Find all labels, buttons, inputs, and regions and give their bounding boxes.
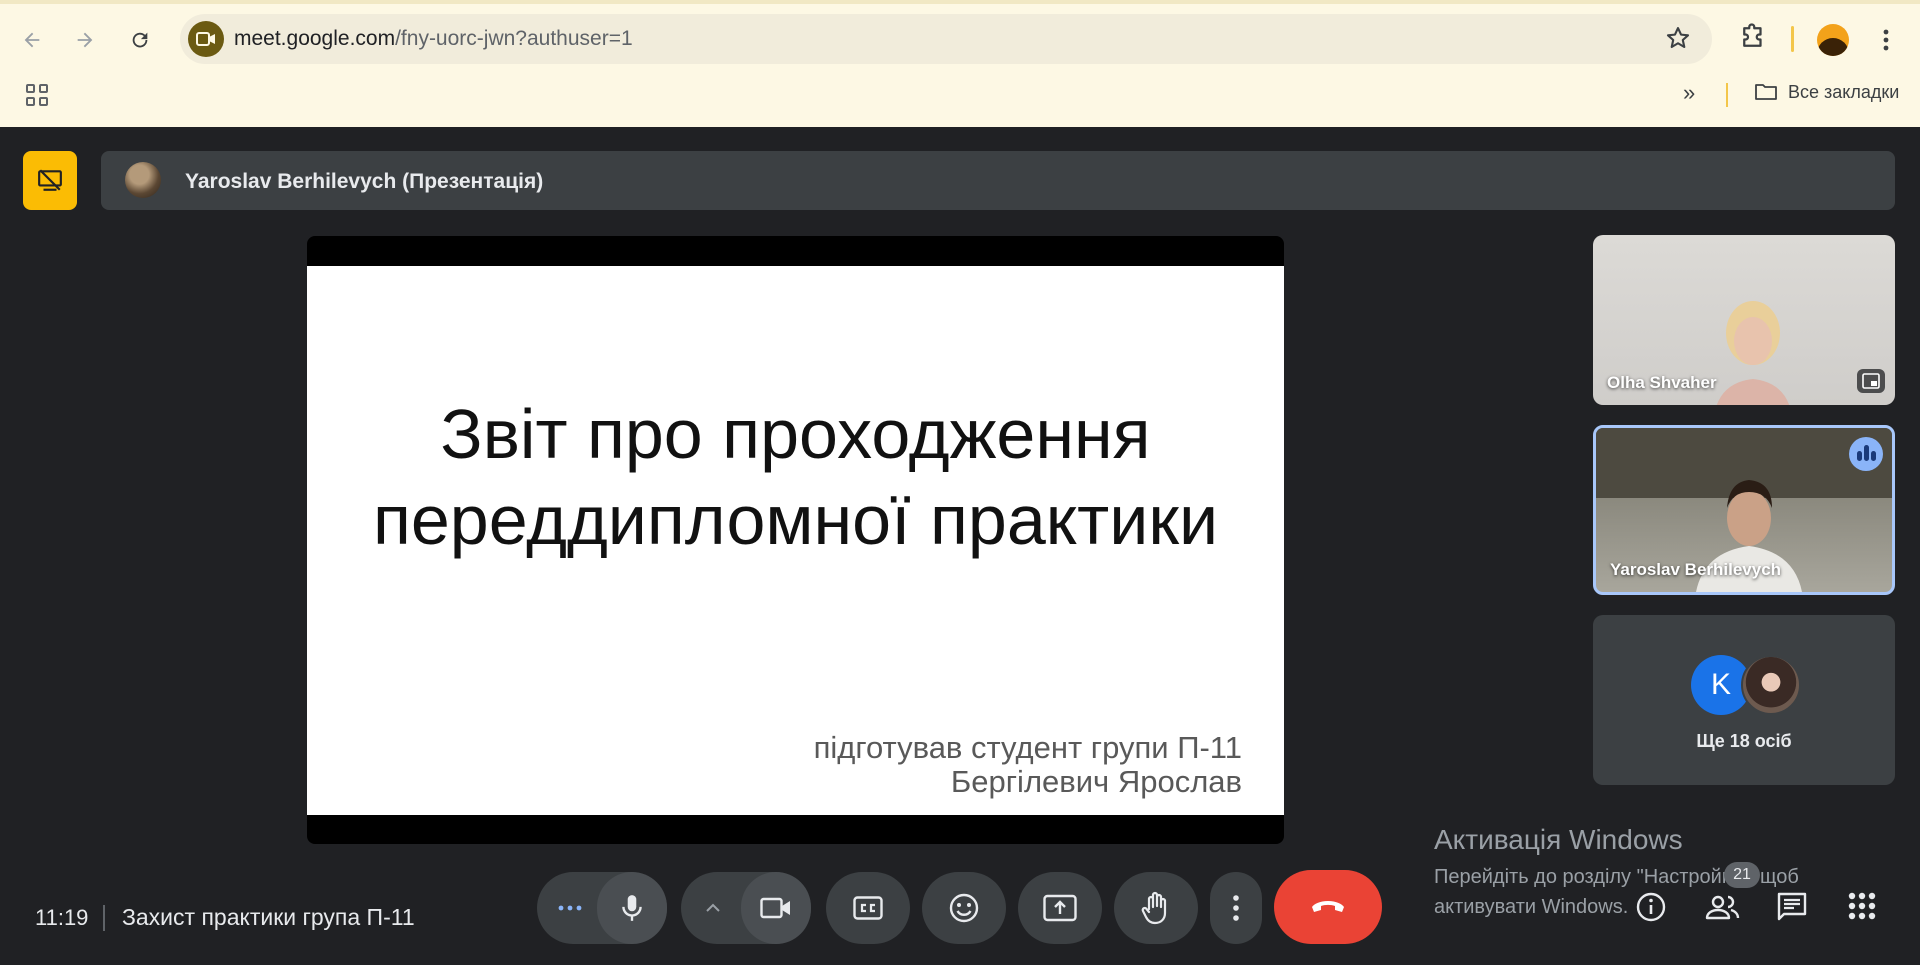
toolbar-separator [1791,26,1794,52]
browser-menu-button[interactable] [1874,24,1898,56]
participant-tile[interactable]: Olha Shvaher [1593,235,1895,405]
audio-level-indicator [1849,437,1883,471]
present-to-all-icon [1043,894,1077,922]
people-button[interactable] [1701,887,1741,927]
people-count-badge: 21 [1724,862,1760,888]
site-info-button[interactable] [188,21,224,57]
url-path: /fny-uorc-jwn?authuser=1 [395,27,633,50]
more-participants-label: Ще 18 осіб [1696,731,1792,751]
arrow-right-icon [77,32,93,48]
hand-icon [1141,891,1167,925]
captions-button[interactable] [826,872,910,944]
participant-avatar [1741,655,1801,715]
all-bookmarks-button[interactable]: Все закладки [1754,82,1899,103]
meeting-title: Захист практики група П-11 [122,904,415,930]
reload-icon [132,32,148,48]
reload-button[interactable] [124,24,156,56]
participant-name: Yaroslav Berhilevych [1610,560,1782,579]
reactions-button[interactable] [922,872,1006,944]
bookmarks-overflow-chevron-icon[interactable]: » [1683,80,1695,106]
call-end-icon [1312,901,1344,912]
activities-button[interactable] [1843,887,1883,927]
people-icon [1705,895,1740,920]
bookmark-star-button[interactable] [1664,24,1692,52]
presenter-avatar [125,162,161,198]
profile-avatar[interactable] [1817,24,1849,56]
bookmarks-separator [1726,83,1728,107]
microphone-icon [622,895,642,921]
slide-subtitle: підготував студент групи П-11 Бергілевич… [814,731,1242,799]
present-off-icon [38,169,62,191]
puzzle-icon [1743,23,1762,47]
forward-button[interactable] [69,24,101,56]
watermark-line2: активувати Windows. [1434,896,1629,918]
raise-hand-button[interactable] [1114,872,1198,944]
tab-strip-edge [0,0,1920,4]
meeting-clock: 11:19 [35,905,89,930]
stop-presenting-button[interactable] [23,151,77,210]
slide-subtitle-line1: підготував студент групи П-11 [813,730,1242,765]
apps-grid-icon [1848,892,1876,920]
watermark-title: Активація Windows [1434,824,1683,855]
slide-title: Звіт про проходження переддипломної прак… [307,391,1284,563]
camera-button[interactable] [741,872,811,944]
folder-icon [1755,84,1777,100]
address-bar[interactable]: meet.google.com/fny-uorc-jwn?authuser=1 [180,14,1712,64]
extensions-button[interactable] [1738,22,1768,57]
more-options-button[interactable] [1210,872,1262,944]
chevron-up-icon [706,903,720,912]
present-now-button[interactable] [1018,872,1102,944]
camera-control-group [681,872,811,944]
presentation-slide: Звіт про проходження переддипломної прак… [307,266,1284,815]
microphone-control-group [537,872,667,944]
all-bookmarks-label: Все закладки [1788,82,1900,102]
more-horiz-icon [558,905,582,911]
microphone-button[interactable] [597,872,667,944]
url-host: meet.google.com [234,27,396,50]
more-vert-icon [1233,895,1239,921]
videocam-icon [760,897,790,919]
slide-subtitle-line2: Бергілевич Ярослав [950,764,1242,799]
audio-options-button[interactable] [537,872,599,944]
participant-video [1716,301,1790,405]
presentation-banner-title: Yaroslav Berhilevych (Презентація) [185,170,544,193]
more-vert-icon [1883,29,1889,51]
meeting-details-button[interactable] [1631,887,1671,927]
arrow-left-icon [24,32,40,48]
slide-title-line1: Звіт про проходження [440,395,1151,473]
tile-options-button[interactable] [1857,369,1885,393]
leave-call-button[interactable] [1274,870,1382,944]
closed-captions-icon [853,896,883,920]
chat-button[interactable] [1772,887,1812,927]
video-options-button[interactable] [681,872,743,944]
picture-in-picture-icon [1862,373,1880,389]
slide-title-line2: переддипломної практики [372,481,1219,559]
star-icon [1666,27,1690,49]
back-button[interactable] [16,24,48,56]
participant-tile-active-speaker[interactable]: Yaroslav Berhilevych [1593,425,1895,595]
apps-grid-icon[interactable] [26,84,48,106]
url-text[interactable]: meet.google.com/fny-uorc-jwn?authuser=1 [234,27,633,51]
chat-icon [1777,892,1807,921]
info-separator [103,905,105,931]
presentation-screen: Звіт про проходження переддипломної прак… [307,236,1284,844]
meet-stage: Yaroslav Berhilevych (Презентація) Звіт … [0,127,1920,965]
more-participants-tile[interactable]: K Ще 18 осіб [1593,615,1895,785]
emoji-icon [949,893,979,923]
participant-name: Olha Shvaher [1607,373,1717,392]
meet-camera-icon [196,32,215,46]
info-icon [1636,892,1666,922]
presentation-banner: Yaroslav Berhilevych (Презентація) [101,151,1895,210]
browser-chrome: meet.google.com/fny-uorc-jwn?authuser=1 … [0,0,1920,127]
